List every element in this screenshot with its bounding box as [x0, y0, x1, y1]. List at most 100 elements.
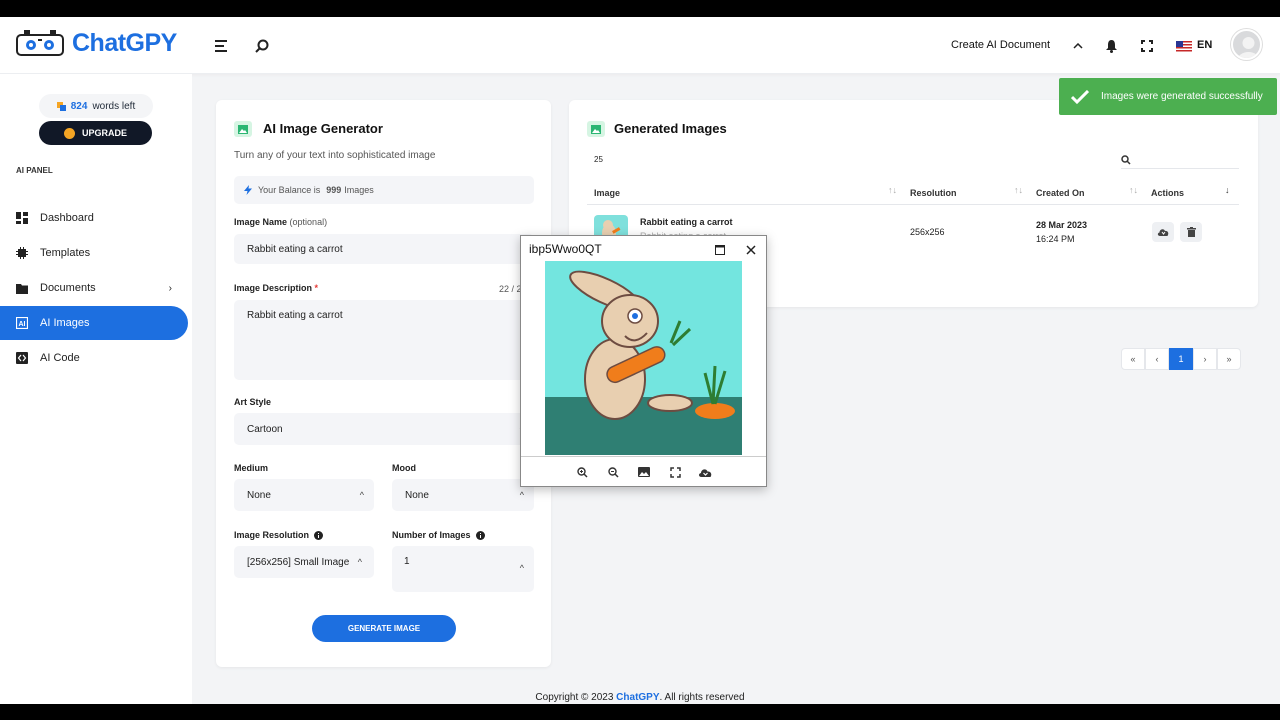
- sidebar-item-documents[interactable]: Documents ›: [0, 271, 188, 305]
- art-style-select[interactable]: Cartoon ^: [234, 413, 534, 445]
- number-of-images-input[interactable]: 1 ^: [392, 546, 534, 592]
- number-value: 1: [404, 556, 410, 567]
- upgrade-label: UPGRADE: [81, 128, 127, 138]
- image-icon[interactable]: [637, 465, 651, 479]
- balance-value: 999: [326, 185, 342, 195]
- user-avatar[interactable]: [1231, 29, 1262, 60]
- footer-suffix: . All rights reserved: [659, 692, 745, 703]
- balance-suffix: Images: [344, 185, 374, 195]
- sort-icon[interactable]: ↑↓: [1129, 185, 1138, 195]
- panel-label: AI PANEL: [16, 166, 53, 175]
- required-marker: *: [314, 283, 319, 293]
- resolution-select[interactable]: [256x256] Small Image ^: [234, 546, 374, 578]
- cloud-download-icon: [1157, 229, 1168, 236]
- column-header-actions[interactable]: Actions: [1151, 188, 1184, 198]
- sidebar-item-ai-code[interactable]: AI Code: [0, 341, 188, 375]
- mood-value: None: [405, 489, 429, 501]
- modal-title: ibp5Wwo0QT: [529, 242, 602, 256]
- chevron-up-icon[interactable]: [1069, 37, 1087, 55]
- table-search-input[interactable]: [1121, 152, 1239, 169]
- pagination-next[interactable]: ›: [1193, 348, 1217, 370]
- download-button[interactable]: [1152, 222, 1174, 242]
- table-header-divider: [587, 204, 1239, 205]
- sort-desc-icon[interactable]: ↓: [1225, 185, 1230, 195]
- success-toast[interactable]: Images were generated successfully: [1059, 78, 1277, 115]
- search-icon: [1121, 155, 1131, 165]
- number-label-text: Number of Images: [392, 530, 471, 540]
- column-header-resolution[interactable]: Resolution: [910, 188, 957, 198]
- image-date: 28 Mar 2023: [1036, 220, 1088, 230]
- generator-title: AI Image Generator: [263, 121, 383, 136]
- medium-label: Medium: [234, 463, 269, 473]
- generated-images-title: Generated Images: [614, 121, 727, 136]
- templates-icon: [16, 247, 28, 259]
- mood-label: Mood: [392, 463, 416, 473]
- mood-select[interactable]: None ^: [392, 479, 534, 511]
- fullscreen-icon[interactable]: [668, 465, 682, 479]
- footer-prefix: Copyright © 2023: [535, 692, 614, 703]
- sidebar-item-ai-images[interactable]: AI AI Images: [0, 306, 188, 340]
- folder-icon: [16, 282, 28, 294]
- brand-logo[interactable]: ChatGPY: [14, 27, 177, 59]
- zoom-out-icon[interactable]: [606, 465, 620, 479]
- chevron-up-icon: ^: [519, 490, 524, 500]
- chevron-right-icon: ›: [168, 282, 172, 294]
- info-icon[interactable]: [314, 530, 324, 540]
- column-header-created-on[interactable]: Created On: [1036, 188, 1085, 198]
- sidebar-item-label: Dashboard: [40, 212, 94, 224]
- bell-icon[interactable]: [1102, 37, 1120, 55]
- image-name-label-text: Image Name: [234, 217, 288, 227]
- image-name-input[interactable]: Rabbit eating a carrot: [234, 234, 534, 264]
- chevron-up-icon: ^: [359, 490, 364, 500]
- generator-subtitle: Turn any of your text into sophisticated…: [234, 150, 436, 161]
- number-of-images-label: Number of Images: [392, 530, 485, 540]
- generated-rabbit-image[interactable]: [545, 261, 742, 455]
- words-icon: [56, 101, 66, 111]
- create-document-menu[interactable]: Create AI Document: [951, 39, 1050, 51]
- generate-image-button[interactable]: GENERATE IMAGE: [312, 615, 456, 642]
- us-flag-icon[interactable]: [1176, 37, 1192, 55]
- sidebar: 824 words left UPGRADE AI PANEL Dashboar…: [0, 74, 192, 704]
- footer-brand[interactable]: ChatGPY: [616, 692, 659, 703]
- image-viewer-modal: ibp5Wwo0QT: [520, 235, 767, 487]
- code-icon: [16, 352, 28, 364]
- sidebar-item-label: Templates: [40, 247, 91, 259]
- lightning-icon: [63, 127, 75, 139]
- download-icon[interactable]: [697, 465, 713, 479]
- generator-card: AI Image Generator Turn any of your text…: [216, 100, 551, 667]
- upgrade-button[interactable]: UPGRADE: [39, 121, 152, 145]
- sort-icon[interactable]: ↑↓: [888, 185, 897, 195]
- resolution-label-text: Image Resolution: [234, 530, 310, 540]
- column-header-image[interactable]: Image: [594, 188, 620, 198]
- top-header: ChatGPY Create AI Document EN: [0, 17, 1280, 74]
- app-window: ChatGPY Create AI Document EN 824 words …: [0, 17, 1280, 704]
- sidebar-item-dashboard[interactable]: Dashboard: [0, 201, 188, 235]
- words-count: 824: [70, 100, 88, 112]
- image-description-textarea[interactable]: Rabbit eating a carrot: [234, 300, 534, 380]
- image-description-label-text: Image Description: [234, 283, 313, 293]
- image-time: 16:24 PM: [1036, 234, 1075, 244]
- sidebar-item-label: AI Images: [40, 317, 90, 329]
- pagination-first[interactable]: «: [1121, 348, 1145, 370]
- search-icon[interactable]: [253, 37, 271, 55]
- art-style-value: Cartoon: [247, 423, 283, 435]
- delete-button[interactable]: [1180, 222, 1202, 242]
- image-icon: [234, 121, 252, 137]
- menu-toggle-icon[interactable]: [213, 37, 231, 55]
- page-size-select[interactable]: 25: [594, 155, 603, 164]
- close-icon[interactable]: [746, 242, 756, 255]
- zoom-in-icon[interactable]: [575, 465, 589, 479]
- language-selector[interactable]: EN: [1197, 39, 1212, 51]
- pagination-page[interactable]: 1: [1169, 348, 1193, 370]
- medium-select[interactable]: None ^: [234, 479, 374, 511]
- fullscreen-icon[interactable]: [1138, 37, 1156, 55]
- sort-icon[interactable]: ↑↓: [1014, 185, 1023, 195]
- info-icon[interactable]: [475, 530, 485, 540]
- image-description-label: Image Description *: [234, 283, 318, 293]
- sidebar-item-templates[interactable]: Templates: [0, 236, 188, 270]
- ai-images-icon: AI: [16, 317, 28, 329]
- pagination-last[interactable]: »: [1217, 348, 1241, 370]
- toast-message: Images were generated successfully: [1101, 91, 1263, 102]
- pagination-prev[interactable]: ‹: [1145, 348, 1169, 370]
- maximize-icon[interactable]: [715, 242, 725, 255]
